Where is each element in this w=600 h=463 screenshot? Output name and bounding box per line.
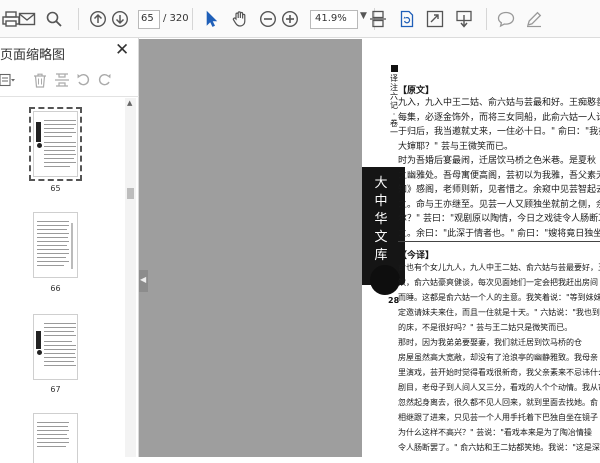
thumbnail-label: 66 bbox=[50, 284, 61, 293]
page-down-icon[interactable] bbox=[110, 9, 130, 29]
text-line: 九入，九入中王二姑、俞六姑与芸最和好。王痴憨善饮 bbox=[398, 98, 600, 108]
text-line: 每集，必逐金饰外，而将三女同船，此俞六姑一人计祖。 bbox=[398, 112, 600, 123]
chevron-down-icon[interactable]: ▼ bbox=[360, 11, 367, 21]
text-line: 忽然起身离去，很久都不见人回来，就到里面去找她。俞 bbox=[398, 398, 598, 407]
panel-title: 页面缩略图 bbox=[0, 48, 66, 63]
text-line: 之。命与王亦继至。见芸一人又顾独坐就前之侧，余 bbox=[398, 199, 600, 210]
zoom-in-icon[interactable] bbox=[280, 9, 300, 29]
original-text: 九入，九入中王二姑、俞六姑与芸最和好。王痴憨善饮 每集，必逐金饰外，而将三女同船，… bbox=[398, 96, 600, 241]
chevron-left-icon: ◀ bbox=[140, 275, 147, 284]
toolbar-separator bbox=[486, 8, 487, 30]
series-title: 大中华文库 bbox=[371, 175, 391, 265]
thumbnail-label: 65 bbox=[50, 184, 61, 193]
page-up-icon[interactable] bbox=[88, 9, 108, 29]
text-line: 剧目，老母子到人间人又三分，看戏的人个个动情。我从帘 bbox=[398, 383, 600, 392]
hand-icon[interactable] bbox=[230, 9, 250, 29]
main-toolbar: 65 / 320 41.9% ▼ bbox=[0, 0, 600, 38]
page-thumbnail[interactable] bbox=[33, 314, 78, 380]
text-line: 知》感阁，老师则新，见者惜之。余窥中见芸智起去，良久 bbox=[398, 185, 600, 195]
zoom-level-input[interactable]: 41.9% bbox=[310, 10, 358, 29]
close-icon[interactable]: ✕ bbox=[115, 40, 129, 60]
page-total-label: / 320 bbox=[163, 13, 189, 24]
header-char: 译 bbox=[390, 74, 398, 83]
rotate-icon[interactable] bbox=[397, 9, 417, 29]
text-line: 那时，因为我弟弟要娶妻，我们就迁居到饮马桥的仓 bbox=[398, 338, 582, 347]
text-line: 令人肠断罢了。" 俞六姑和王二姑都笑她。我说："这是深 bbox=[398, 443, 600, 452]
text-line: 的床，不是很好吗？" 芸与王二姑只是微笑而已。 bbox=[398, 323, 573, 332]
thumbnail-panel: 页面缩略图 ✕ 65 66 67 ▲ bbox=[0, 38, 139, 463]
document-canvas[interactable] bbox=[139, 39, 362, 457]
text-line: 为什么这样不高兴？" 芸说："看戏本来是为了陶冶情操 bbox=[398, 428, 592, 437]
toolbar-separator bbox=[192, 8, 193, 30]
series-title-char: 华 bbox=[374, 212, 388, 227]
text-line: 尔？" 芸曰："观剧原以陶情，今日之戏徒令人肠断耳。" bbox=[398, 214, 600, 224]
text-line: 相继跟了进来，只见芸一个人用手托着下巴独自坐在镜子 bbox=[398, 413, 598, 422]
text-line: 饮，俞六姑豪爽健谈，每次见面她们一定会把我赶出房间 bbox=[398, 278, 598, 287]
page-number-input[interactable]: 65 bbox=[138, 10, 160, 29]
panel-divider bbox=[0, 96, 139, 97]
scrollbar-thumb[interactable] bbox=[127, 188, 134, 199]
text-line: 而睡。这都是俞六姑一个人的主意。我笑着说："等到妹妹嫁 bbox=[398, 293, 600, 302]
section-heading: 【原文】 bbox=[398, 86, 435, 96]
page-thumbnail[interactable] bbox=[33, 212, 78, 278]
thumbnail-toolbar bbox=[0, 68, 139, 94]
text-line: 之幽雅处。吾母寓便高阁，芸初以为我雅，吾父素无安 bbox=[398, 170, 600, 181]
page-thumbnail[interactable] bbox=[29, 107, 82, 181]
page-thumbnail[interactable] bbox=[33, 413, 78, 463]
text-line: 俞也有个女儿九人，九人中王二姑、俞六姑与芸最要好，王 bbox=[398, 263, 600, 272]
text-line: 定邀请妹夫来住，而且一住就是十天。" 六姑说："我也到 bbox=[398, 308, 600, 317]
toolbar-separator bbox=[78, 8, 79, 30]
comment-icon[interactable] bbox=[496, 9, 516, 29]
scroll-up-arrow[interactable]: ▲ bbox=[127, 99, 132, 107]
header-square bbox=[390, 65, 398, 72]
series-title-char: 文 bbox=[374, 230, 388, 245]
scroll-mode-icon[interactable] bbox=[454, 9, 474, 29]
mail-icon[interactable] bbox=[17, 9, 37, 29]
text-line: 于归后，我当邀就丈来，一住必十日。" 俞曰："我亦来此 bbox=[398, 127, 600, 137]
series-title-char: 中 bbox=[374, 194, 388, 209]
document-page[interactable]: 译注六记 · 卷一 大中华文库 28 【原文】 九入，九入中王二姑、俞六姑与芸最和好… bbox=[362, 39, 600, 457]
series-title-char: 库 bbox=[374, 248, 388, 263]
trash-icon[interactable] bbox=[31, 71, 49, 89]
thumbnail-scrollbar[interactable] bbox=[125, 98, 136, 457]
panel-toggle[interactable]: ◀ bbox=[139, 270, 148, 292]
translation-text: 俞也有个女儿九人，九人中王二姑、俞六姑与芸最要好，王 饮，俞六姑豪爽健谈，每次见面… bbox=[398, 260, 600, 457]
ink-decoration bbox=[370, 265, 400, 295]
search-icon[interactable] bbox=[44, 9, 64, 29]
zoom-out-icon[interactable] bbox=[258, 9, 278, 29]
extract-pages-icon[interactable] bbox=[53, 71, 71, 89]
fullscreen-icon[interactable] bbox=[425, 9, 445, 29]
thumbnail-label: 67 bbox=[50, 385, 61, 394]
pen-icon[interactable] bbox=[524, 9, 544, 29]
text-line: 时为吾婚后宴最闹，迁居饮马桥之色米巷。是夏秋 bbox=[398, 156, 597, 166]
select-cursor-icon[interactable] bbox=[201, 9, 221, 29]
options-menu-icon[interactable] bbox=[0, 71, 16, 89]
rotate-left-icon[interactable] bbox=[74, 71, 92, 89]
text-line: 房屋虽然高大宽敞，却没有了沧浪亭的幽静雅致。我母亲 bbox=[398, 353, 598, 362]
series-title-char: 大 bbox=[374, 176, 388, 191]
fit-page-icon[interactable] bbox=[368, 9, 388, 29]
rotate-right-icon[interactable] bbox=[96, 71, 114, 89]
text-line: 大婶耶？" 芸与王微笑而已。 bbox=[398, 141, 514, 152]
text-line: 之。余曰："此深于情者也。" 俞曰："嫂将竟日独坐于此 bbox=[398, 228, 600, 239]
section-rule bbox=[398, 241, 600, 242]
text-line: 里演戏，芸开始时觉得看戏很新奇，我父亲素来不忌讳什么 bbox=[398, 368, 600, 377]
